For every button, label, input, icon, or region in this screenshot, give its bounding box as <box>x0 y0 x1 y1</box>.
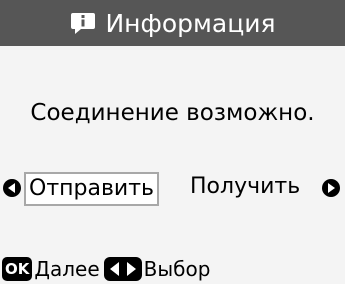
select-hint-label: Выбор <box>143 257 211 281</box>
page-title: Информация <box>105 8 276 38</box>
ok-hint-label: Далее <box>34 257 100 281</box>
button-hints: OK Далее Выбор <box>0 254 345 284</box>
option-send[interactable]: Отправить <box>24 172 160 206</box>
arrow-right-icon[interactable] <box>322 178 340 197</box>
status-message: Соединение возможно. <box>30 100 315 126</box>
title-bar: Информация <box>0 0 345 46</box>
info-bubble-icon <box>69 9 97 37</box>
ok-button-icon: OK <box>2 257 33 281</box>
option-receive[interactable]: Получить <box>190 172 300 202</box>
option-selector[interactable]: Отправить Получить <box>0 168 345 208</box>
lcd-screen: Информация Соединение возможно. Отправит… <box>0 0 345 284</box>
arrow-left-icon[interactable] <box>3 178 21 197</box>
left-right-nav-icon <box>103 257 142 281</box>
